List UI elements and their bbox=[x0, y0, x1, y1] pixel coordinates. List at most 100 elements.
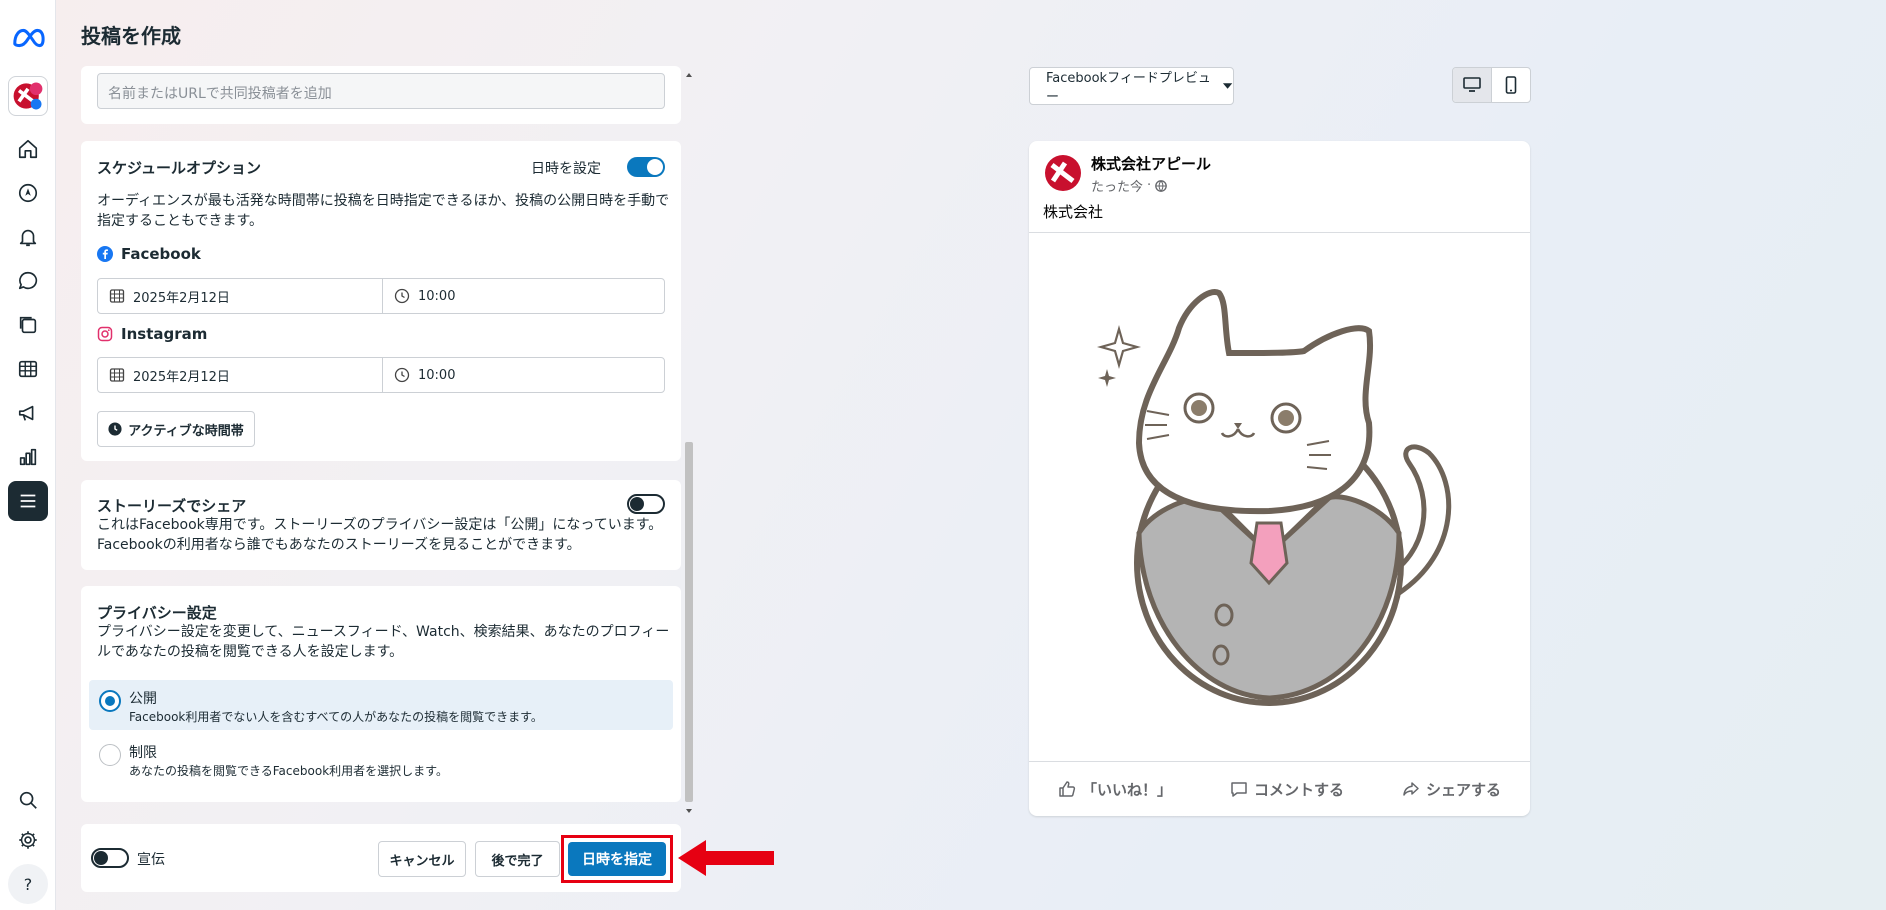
collaborator-card: 名前またはURLで共同投稿者を追加 bbox=[81, 66, 681, 124]
mobile-icon bbox=[1505, 76, 1517, 94]
schedule-toggle[interactable] bbox=[627, 157, 665, 177]
privacy-title: プライバシー設定 bbox=[97, 604, 217, 622]
help-label: ? bbox=[23, 874, 33, 894]
chat-icon[interactable] bbox=[8, 261, 48, 301]
left-nav-rail: ? bbox=[0, 0, 56, 910]
finish-later-button[interactable]: 後で完了 bbox=[475, 841, 560, 877]
search-icon[interactable] bbox=[8, 780, 48, 820]
clock-icon bbox=[394, 288, 410, 304]
post-image-cat-illustration bbox=[1029, 232, 1530, 762]
red-arrow-icon bbox=[678, 840, 774, 876]
calendar-icon bbox=[109, 289, 125, 303]
facebook-icon bbox=[97, 246, 113, 262]
instagram-time: 10:00 bbox=[418, 367, 456, 383]
post-page-name[interactable]: 株式会社アピール bbox=[1091, 153, 1211, 174]
post-avatar bbox=[1043, 153, 1083, 193]
composer-scrollbar[interactable] bbox=[683, 66, 695, 814]
instagram-date-field[interactable]: 2025年2月12日 bbox=[98, 358, 383, 392]
mobile-preview-button[interactable] bbox=[1492, 68, 1530, 102]
post-preview-card: 株式会社アピール たった今 · 株式会社 「いいね！」 コメントする シェアする bbox=[1029, 141, 1530, 816]
stories-toggle[interactable] bbox=[627, 494, 665, 514]
privacy-description: プライバシー設定を変更して、ニュースフィード、Watch、検索結果、あなたのプロ… bbox=[97, 624, 670, 660]
like-button[interactable]: 「いいね！」 bbox=[1058, 779, 1172, 800]
comment-label: コメントする bbox=[1253, 780, 1344, 799]
like-label: 「いいね！」 bbox=[1081, 780, 1172, 799]
gear-icon[interactable] bbox=[8, 820, 48, 860]
caret-down-icon bbox=[1222, 83, 1233, 89]
megaphone-icon[interactable] bbox=[8, 393, 48, 433]
active-times-button[interactable]: アクティブな時間帯 bbox=[97, 411, 255, 447]
meta-logo-icon[interactable] bbox=[8, 18, 48, 58]
scroll-up-icon[interactable] bbox=[683, 70, 695, 80]
page-title: 投稿を作成 bbox=[81, 24, 181, 48]
comment-icon bbox=[1231, 782, 1247, 797]
instagram-date: 2025年2月12日 bbox=[133, 369, 230, 385]
clock-icon bbox=[394, 367, 410, 383]
schedule-title: スケジュールオプション bbox=[97, 159, 261, 177]
scroll-down-icon[interactable] bbox=[683, 806, 695, 816]
collaborator-input[interactable]: 名前またはURLで共同投稿者を追加 bbox=[97, 73, 665, 109]
stories-title: ストーリーズでシェア bbox=[97, 497, 247, 515]
share-icon bbox=[1403, 782, 1419, 796]
cancel-button[interactable]: キャンセル bbox=[378, 841, 466, 877]
privacy-card: プライバシー設定 プライバシー設定を変更して、ニュースフィード、Watch、検索… bbox=[81, 586, 681, 802]
composer-scroll-area: 名前またはURLで共同投稿者を追加 スケジュールオプション 日時を設定 オーディ… bbox=[81, 66, 681, 814]
facebook-time-field[interactable]: 10:00 bbox=[383, 279, 664, 313]
help-icon[interactable]: ? bbox=[8, 864, 48, 904]
post-actions: 「いいね！」 コメントする シェアする bbox=[1029, 769, 1530, 809]
facebook-label: Facebook bbox=[121, 245, 201, 263]
calendar-icon bbox=[109, 368, 125, 382]
post-text: 株式会社 bbox=[1043, 203, 1104, 221]
facebook-datetime: 2025年2月12日 10:00 bbox=[97, 278, 665, 314]
facebook-date-field[interactable]: 2025年2月12日 bbox=[98, 279, 383, 313]
instagram-time-field[interactable]: 10:00 bbox=[383, 358, 664, 392]
menu-icon[interactable] bbox=[8, 481, 48, 521]
highlight-box bbox=[561, 835, 673, 883]
thumbs-up-icon bbox=[1059, 781, 1076, 797]
desktop-icon bbox=[1463, 77, 1481, 92]
stories-description: これはFacebook専用です。ストーリーズのプライバシー設定は「公開」になって… bbox=[97, 517, 663, 553]
public-sub: Facebook利用者でない人を含むすべての人があなたの投稿を閲覧できます。 bbox=[129, 710, 543, 724]
restricted-sub: あなたの投稿を閲覧できるFacebook利用者を選択します。 bbox=[129, 764, 448, 778]
post-header: 株式会社アピール たった今 · bbox=[1043, 153, 1211, 195]
privacy-option-public[interactable]: 公開 Facebook利用者でない人を含むすべての人があなたの投稿を閲覧できます… bbox=[89, 680, 673, 730]
stories-card: ストーリーズでシェア これはFacebook専用です。ストーリーズのプライバシー… bbox=[81, 480, 681, 570]
public-radio[interactable] bbox=[99, 690, 121, 712]
desktop-preview-button[interactable] bbox=[1453, 68, 1492, 102]
schedule-card: スケジュールオプション 日時を設定 オーディエンスが最も活発な時間帯に投稿を日時… bbox=[81, 141, 681, 461]
home-icon[interactable] bbox=[8, 129, 48, 169]
instagram-datetime: 2025年2月12日 10:00 bbox=[97, 357, 665, 393]
content-icon[interactable] bbox=[8, 305, 48, 345]
device-toggle bbox=[1452, 67, 1531, 103]
instagram-label-row: Instagram bbox=[97, 325, 207, 343]
bar-chart-icon[interactable] bbox=[8, 437, 48, 477]
schedule-description: オーディエンスが最も活発な時間帯に投稿を日時指定できるほか、投稿の公開日時を手動… bbox=[97, 193, 670, 229]
preview-type-select[interactable]: Facebookフィードプレビュー bbox=[1029, 67, 1234, 105]
facebook-time: 10:00 bbox=[418, 288, 456, 304]
compass-icon[interactable] bbox=[8, 173, 48, 213]
share-button[interactable]: シェアする bbox=[1402, 779, 1501, 800]
page-avatar[interactable] bbox=[8, 76, 48, 116]
collaborator-placeholder: 名前またはURLで共同投稿者を追加 bbox=[108, 86, 332, 102]
share-label: シェアする bbox=[1425, 780, 1501, 799]
post-time-row: たった今 · bbox=[1091, 176, 1211, 195]
clock-filled-icon bbox=[108, 422, 122, 436]
scroll-thumb[interactable] bbox=[685, 442, 693, 802]
restricted-label: 制限 bbox=[129, 745, 157, 761]
schedule-toggle-label: 日時を設定 bbox=[531, 161, 601, 177]
facebook-label-row: Facebook bbox=[97, 245, 201, 263]
comment-button[interactable]: コメントする bbox=[1230, 779, 1344, 800]
composer-footer: 宣伝 キャンセル 後で完了 日時を指定 bbox=[81, 824, 681, 892]
promo-toggle[interactable] bbox=[91, 848, 129, 868]
public-label: 公開 bbox=[129, 691, 157, 707]
instagram-icon bbox=[97, 326, 113, 342]
facebook-date: 2025年2月12日 bbox=[133, 290, 230, 306]
bell-icon[interactable] bbox=[8, 217, 48, 257]
globe-icon bbox=[1155, 179, 1168, 192]
dot-separator: · bbox=[1147, 178, 1152, 193]
privacy-option-restricted[interactable]: 制限 あなたの投稿を閲覧できるFacebook利用者を選択します。 bbox=[89, 734, 673, 784]
instagram-label: Instagram bbox=[121, 325, 208, 343]
restricted-radio[interactable] bbox=[99, 744, 121, 766]
active-times-label: アクティブな時間帯 bbox=[128, 423, 244, 439]
table-icon[interactable] bbox=[8, 349, 48, 389]
